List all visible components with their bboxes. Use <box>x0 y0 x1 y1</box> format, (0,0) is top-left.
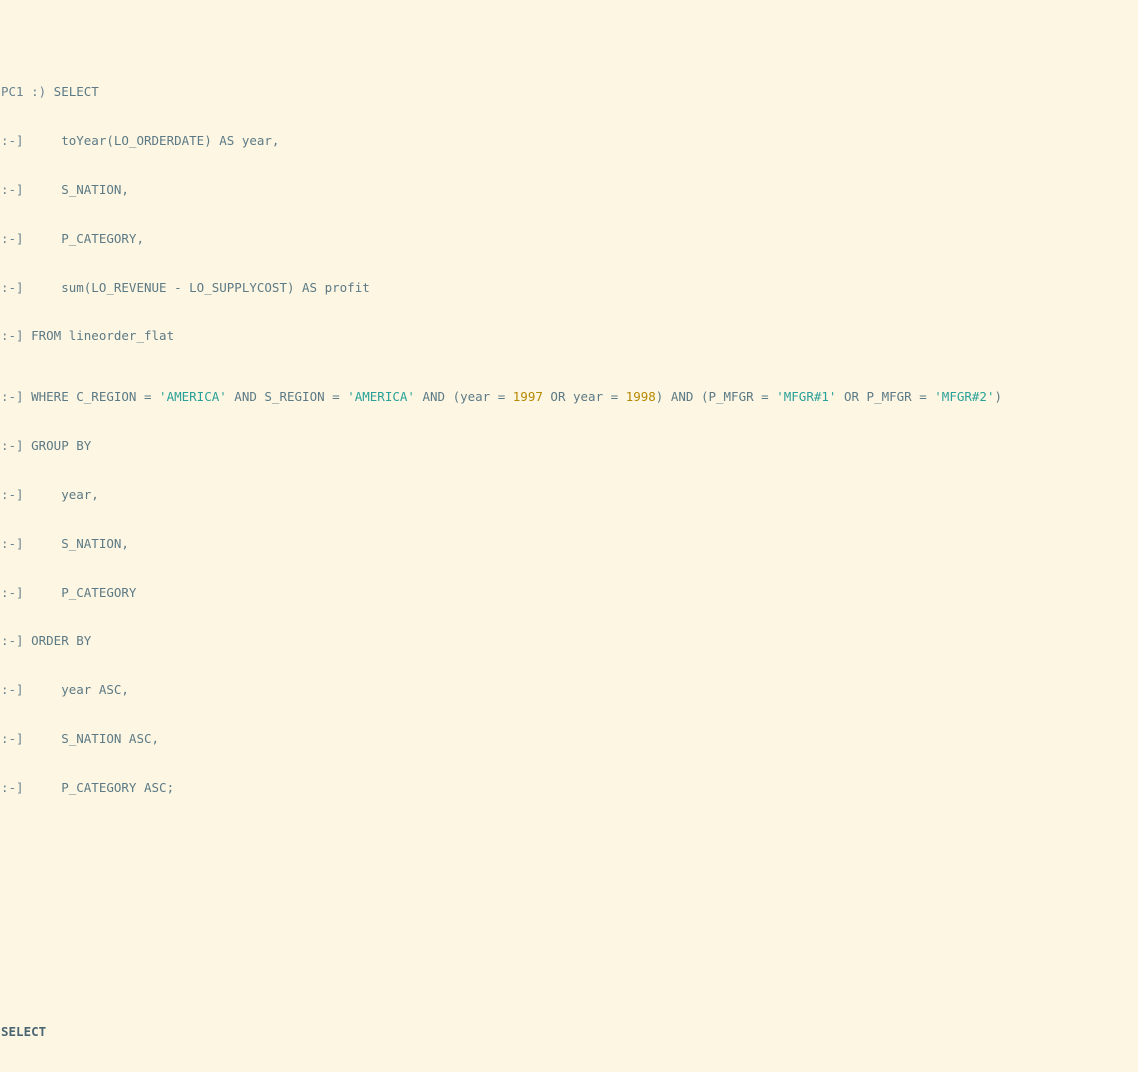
input-echo-line: :-] S_NATION ASC, <box>1 730 1138 746</box>
prompt-continuation: :-] <box>1 487 24 502</box>
echo-text: year ASC, <box>23 682 129 698</box>
prompt-continuation: :-] <box>1 682 24 698</box>
input-echo-line-where: :-] WHERE C_REGION = 'AMERICA' AND S_REG… <box>1 389 1003 405</box>
input-echo-line: :-] GROUP BY <box>1 438 1138 454</box>
echo-text: S_NATION, <box>23 182 129 198</box>
input-echo-line: :-] sum(LO_REVENUE - LO_SUPPLYCOST) AS p… <box>1 279 1138 295</box>
keyword-select: SELECT <box>1 1023 47 1039</box>
echo-literal-mfgr1: 'MFGR#1' <box>776 389 837 405</box>
input-echo-line: :-] S_NATION, <box>1 535 1138 551</box>
terminal-window[interactable]: PC1 :) SELECT :-] toYear(LO_ORDERDATE) A… <box>0 0 1138 1072</box>
echo-text: ORDER BY <box>23 633 92 649</box>
input-echo-line: :-] ORDER BY <box>1 633 1138 649</box>
input-echo-line: :-] toYear(LO_ORDERDATE) AS year, <box>1 133 1138 149</box>
prompt-continuation: :-] <box>1 279 24 295</box>
input-echo-line: PC1 :) SELECT <box>1 84 1138 100</box>
prompt-continuation: :-] <box>1 182 24 198</box>
echo-literal-america-2: 'AMERICA' <box>347 389 415 405</box>
echo-literal-america-1: 'AMERICA' <box>159 389 227 405</box>
echo-literal-1998: 1998 <box>625 389 656 405</box>
echo-text: FROM lineorder_flat <box>23 328 175 344</box>
echo-text: P_CATEGORY <box>23 584 137 600</box>
input-echo-line: :-] P_CATEGORY, <box>1 230 1138 246</box>
formatted-query-block: SELECT toYear(LO_ORDERDATE) AS year, S_N… <box>1 989 1138 1072</box>
echo-text: P_CATEGORY, <box>23 230 144 246</box>
prompt-continuation: :-] <box>1 133 24 149</box>
echo-text: GROUP BY <box>23 438 92 454</box>
prompt-continuation: :-] <box>1 535 24 551</box>
echo-text: S_NATION, <box>23 535 129 551</box>
echo-text: SELECT <box>46 84 99 100</box>
echo-text: sum(LO_REVENUE - LO_SUPPLYCOST) AS profi… <box>23 279 370 295</box>
input-echo-line: :-] S_NATION, <box>1 182 1138 198</box>
input-echo-line: :-] year, <box>1 487 1138 502</box>
prompt-primary: PC1 :) <box>1 84 47 100</box>
prompt-continuation: :-] <box>1 730 24 746</box>
input-echo-line: :-] P_CATEGORY <box>1 584 1138 600</box>
prompt-continuation: :-] <box>1 633 24 649</box>
echo-text: S_NATION ASC, <box>23 730 160 746</box>
input-echo-block: PC1 :) SELECT :-] toYear(LO_ORDERDATE) A… <box>1 50 1138 819</box>
prompt-continuation: :-] <box>1 389 24 405</box>
echo-literal-1997: 1997 <box>512 389 543 405</box>
echo-text: toYear(LO_ORDERDATE) AS year, <box>23 133 280 149</box>
input-echo-line: :-] P_CATEGORY ASC; <box>1 779 1138 795</box>
input-echo-line: :-] FROM lineorder_flat <box>1 328 1138 344</box>
prompt-continuation: :-] <box>1 328 24 344</box>
formatted-line-select: SELECT <box>1 1023 1138 1039</box>
prompt-continuation: :-] <box>1 438 24 454</box>
input-echo-line: :-] year ASC, <box>1 682 1138 698</box>
echo-text: P_CATEGORY ASC; <box>23 779 175 795</box>
prompt-continuation: :-] <box>1 584 24 600</box>
echo-literal-mfgr2: 'MFGR#2' <box>934 389 995 405</box>
prompt-continuation: :-] <box>1 230 24 246</box>
echo-text: year, <box>23 487 99 502</box>
prompt-continuation: :-] <box>1 779 24 795</box>
